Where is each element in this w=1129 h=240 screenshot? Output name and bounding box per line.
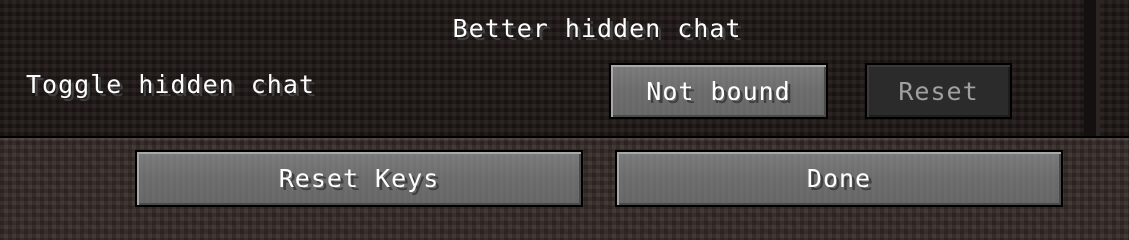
keybind-label-toggle-hidden-chat: Toggle hidden chat xyxy=(26,70,315,99)
done-button[interactable]: Done xyxy=(615,150,1063,207)
reset-keybind-label: Reset xyxy=(898,76,979,106)
done-label: Done xyxy=(806,164,872,193)
category-title: Better hidden chat xyxy=(452,14,742,43)
keybind-button-label: Not bound xyxy=(646,76,791,106)
reset-keybind-button[interactable]: Reset xyxy=(865,63,1012,119)
reset-keys-label: Reset Keys xyxy=(278,164,440,193)
reset-keys-button[interactable]: Reset Keys xyxy=(135,150,583,207)
keybind-list: Better hidden chat Toggle hidden chat No… xyxy=(0,0,1129,138)
keybind-button-toggle-hidden-chat[interactable]: Not bound xyxy=(609,63,828,119)
